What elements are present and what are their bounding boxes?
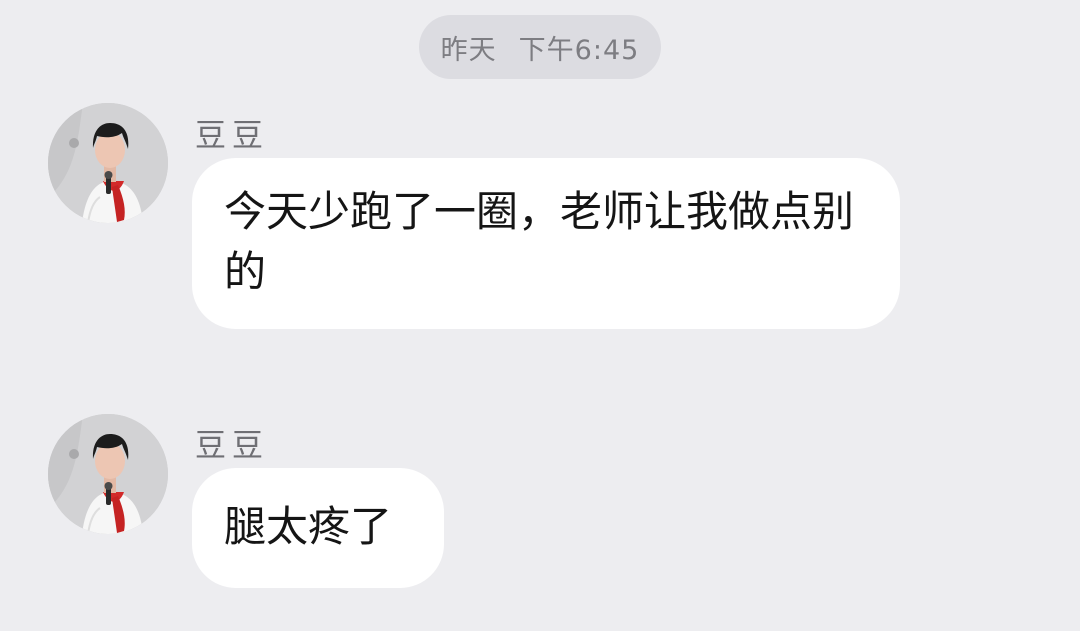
avatar[interactable] bbox=[48, 414, 168, 534]
child-avatar-icon bbox=[48, 103, 168, 223]
message-text: 今天少跑了一圈，老师让我做点别的 bbox=[224, 187, 855, 296]
sender-name: 豆豆 bbox=[195, 428, 269, 464]
message-bubble[interactable]: 今天少跑了一圈，老师让我做点别的 bbox=[192, 158, 900, 329]
message-text: 腿太疼了 bbox=[224, 502, 393, 551]
timestamp-pill: 昨天 下午6:45 bbox=[419, 15, 661, 79]
avatar[interactable] bbox=[48, 103, 168, 223]
message-bubble[interactable]: 腿太疼了 bbox=[192, 468, 444, 588]
child-avatar-icon bbox=[48, 414, 168, 534]
sender-name: 豆豆 bbox=[195, 118, 269, 154]
timestamp-time: 下午6:45 bbox=[518, 34, 640, 66]
timestamp-day: 昨天 bbox=[440, 34, 497, 66]
